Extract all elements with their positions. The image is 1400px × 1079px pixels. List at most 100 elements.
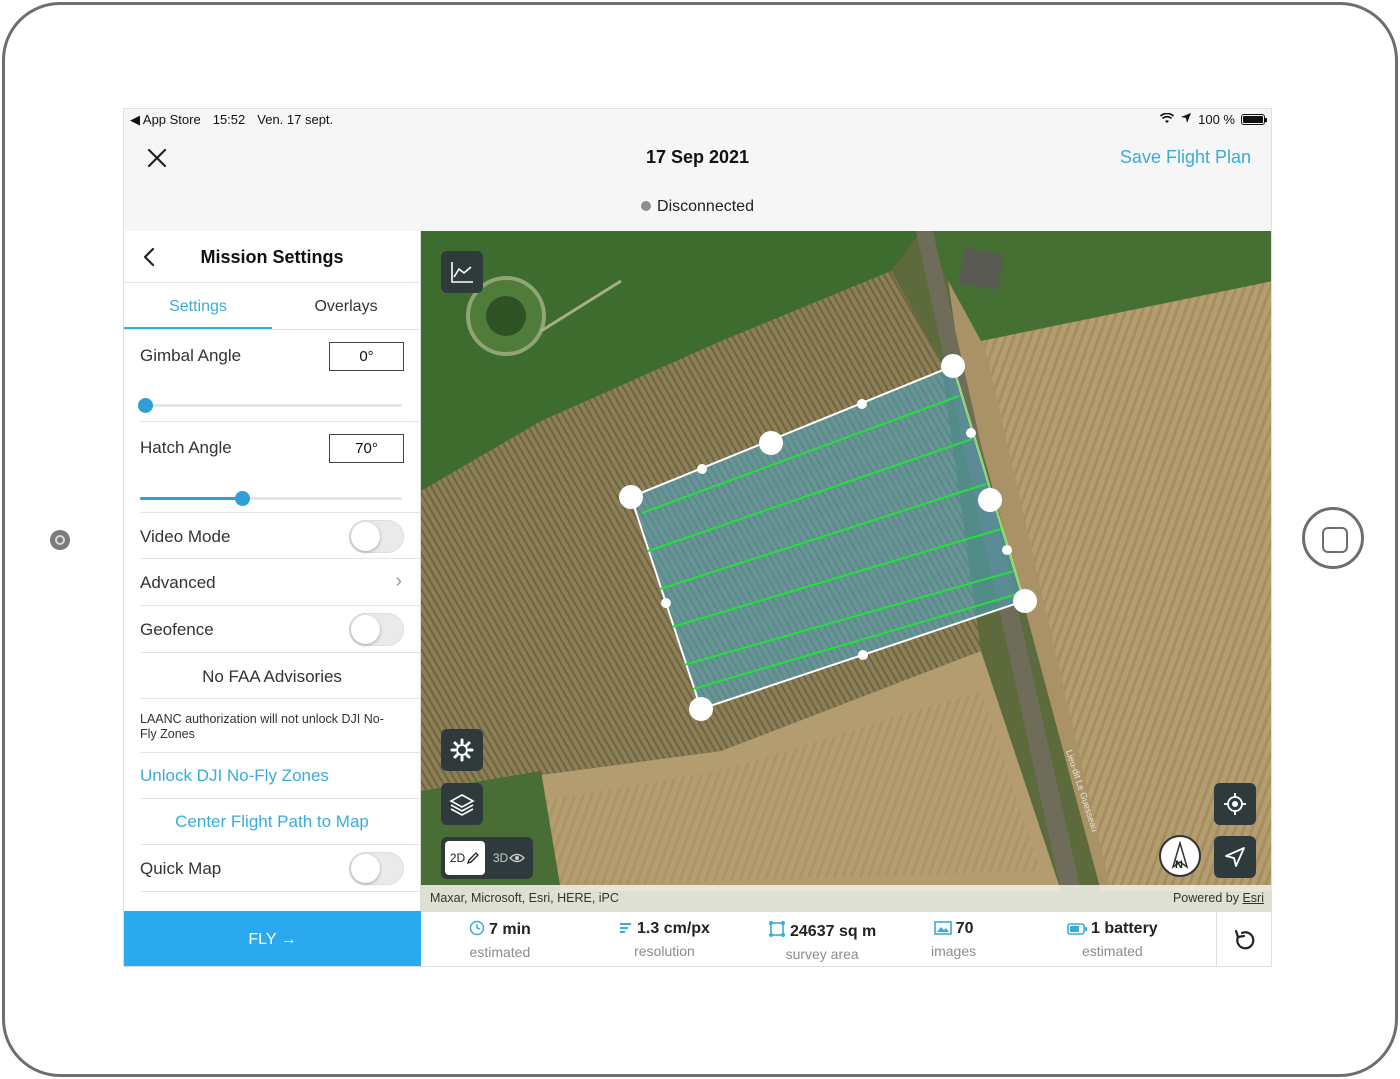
hatch-angle-label: Hatch Angle (140, 438, 232, 457)
panel-tabs: Settings Overlays (124, 283, 420, 330)
geofence-toggle[interactable] (349, 613, 404, 646)
tab-settings[interactable]: Settings (124, 283, 272, 329)
video-mode-label: Video Mode (140, 527, 231, 546)
location-arrow-icon (1180, 112, 1192, 127)
view-mode-toggle[interactable]: 2D 3D (441, 837, 533, 879)
status-bar: ◀ App Store 15:52 Ven. 17 sept. 100 % (124, 109, 1271, 131)
map-attribution: Maxar, Microsoft, Esri, HERE, iPC Powere… (421, 885, 1271, 911)
gimbal-angle-input[interactable]: 0° (329, 342, 404, 371)
wifi-icon (1160, 112, 1175, 127)
chart-line-icon (451, 262, 473, 283)
unlock-row: Unlock DJI No-Fly Zones (140, 753, 420, 799)
toggle-3d-view[interactable]: 3D (489, 841, 529, 875)
video-mode-row: Video Mode (140, 512, 420, 559)
faa-advisories-row: No FAA Advisories (140, 653, 420, 699)
status-time: 15:52 (212, 112, 246, 127)
stat-resolution: 1.3 cm/px resolution (619, 920, 710, 959)
hatch-angle-slider[interactable] (140, 491, 402, 506)
hatch-angle-row: Hatch Angle 70° (140, 422, 420, 512)
images-sub: images (931, 943, 977, 959)
layers-button[interactable] (441, 783, 483, 825)
flight-time-value: 7 min (489, 921, 531, 938)
chevron-right-icon: › (395, 570, 402, 592)
area-icon (768, 920, 786, 943)
refresh-icon (1234, 929, 1255, 949)
gear-icon (450, 738, 474, 762)
laanc-note: LAANC authorization will not unlock DJI … (140, 699, 420, 753)
esri-link[interactable]: Esri (1242, 891, 1264, 905)
unlock-no-fly-zones-link[interactable]: Unlock DJI No-Fly Zones (140, 766, 329, 786)
image-icon (933, 921, 952, 940)
battery-estimate-icon (1067, 922, 1087, 940)
flight-time-sub: estimated (469, 944, 531, 960)
survey-area-sub: survey area (785, 946, 859, 962)
quick-map-row: Quick Map (140, 845, 420, 892)
compass-north-button[interactable]: N (1159, 835, 1201, 877)
attribution-text: Maxar, Microsoft, Esri, HERE, iPC (430, 891, 619, 905)
toggle-3d-label: 3D (492, 851, 509, 865)
status-dot-icon (641, 201, 652, 211)
resolution-sub: resolution (634, 943, 695, 959)
pencil-icon (467, 852, 480, 865)
panel-title: Mission Settings (200, 247, 344, 267)
camera-icon (50, 530, 70, 550)
navigation-arrow-icon (1225, 847, 1245, 867)
connection-label: Disconnected (657, 198, 754, 215)
navigate-button[interactable] (1214, 836, 1256, 878)
gimbal-angle-slider[interactable] (138, 398, 402, 413)
battery-icon (1241, 114, 1267, 125)
center-flight-row: Center Flight Path to Map (140, 799, 420, 845)
center-flight-path-link[interactable]: Center Flight Path to Map (175, 812, 369, 831)
clock-icon (469, 920, 485, 941)
fly-button[interactable]: FLY → (124, 911, 421, 966)
gimbal-angle-label: Gimbal Angle (140, 346, 242, 365)
powered-by: Powered by Esri (1173, 891, 1264, 905)
status-date: Ven. 17 sept. (257, 112, 334, 127)
compass-icon: N (1171, 841, 1189, 871)
map-settings-button[interactable] (441, 729, 483, 771)
stat-survey-area: 24637 sq m survey area (768, 920, 876, 962)
app-screen: ◀ App Store 15:52 Ven. 17 sept. 100 % 17… (123, 108, 1272, 967)
geofence-label: Geofence (140, 620, 214, 639)
images-value: 70 (955, 920, 974, 937)
hatch-slider-thumb[interactable] (235, 491, 251, 506)
mission-settings-panel: Mission Settings Settings Overlays Gimba… (124, 231, 421, 911)
locate-me-button[interactable] (1214, 783, 1256, 825)
eye-icon (509, 853, 526, 863)
faa-advisories-text: No FAA Advisories (202, 667, 342, 686)
map-view[interactable]: Lieu-dit Le Guesseau 2D 3D N Maxar, Micr… (421, 231, 1271, 911)
page-title: 17 Sep 2021 (645, 147, 750, 167)
gimbal-slider-thumb[interactable] (138, 398, 154, 413)
layers-icon (449, 794, 475, 816)
elevation-chart-button[interactable] (441, 251, 483, 293)
stat-flight-time: 7 min estimated (469, 920, 531, 960)
laanc-note-text: LAANC authorization will not unlock DJI … (140, 712, 384, 741)
hatch-angle-input[interactable]: 70° (329, 434, 404, 463)
resolution-value: 1.3 cm/px (637, 920, 710, 937)
stat-battery: 1 battery estimated (1067, 920, 1158, 959)
satellite-map: Lieu-dit Le Guesseau (421, 231, 1271, 911)
crosshair-icon (1224, 793, 1246, 815)
powered-by-label: Powered by (1172, 891, 1239, 905)
mission-stats-bar: 7 min estimated 1.3 cm/px resolution 246… (421, 911, 1271, 966)
video-mode-toggle[interactable] (349, 520, 404, 553)
tab-overlays[interactable]: Overlays (272, 283, 420, 329)
quick-map-label: Quick Map (140, 859, 222, 878)
hatch-slider-fill (140, 497, 243, 500)
stat-images: 70 images (931, 920, 976, 959)
geofence-row: Geofence (140, 606, 420, 653)
toggle-2d-draw[interactable]: 2D (445, 841, 485, 875)
panel-header: Mission Settings (124, 231, 420, 283)
save-flight-plan-button[interactable]: Save Flight Plan (1120, 147, 1251, 168)
toggle-2d-label: 2D (449, 851, 466, 865)
back-to-app-store[interactable]: ◀ App Store (130, 112, 201, 128)
battery-value: 1 battery (1091, 920, 1158, 937)
home-button[interactable] (1302, 507, 1364, 569)
survey-area-value: 24637 sq m (790, 923, 877, 940)
resolution-icon (619, 921, 633, 940)
advanced-row[interactable]: Advanced › (140, 559, 420, 606)
quick-map-toggle[interactable] (349, 852, 404, 885)
connection-status: Disconnected (124, 198, 1271, 216)
advanced-label: Advanced (140, 573, 216, 592)
reset-button[interactable] (1216, 912, 1271, 966)
